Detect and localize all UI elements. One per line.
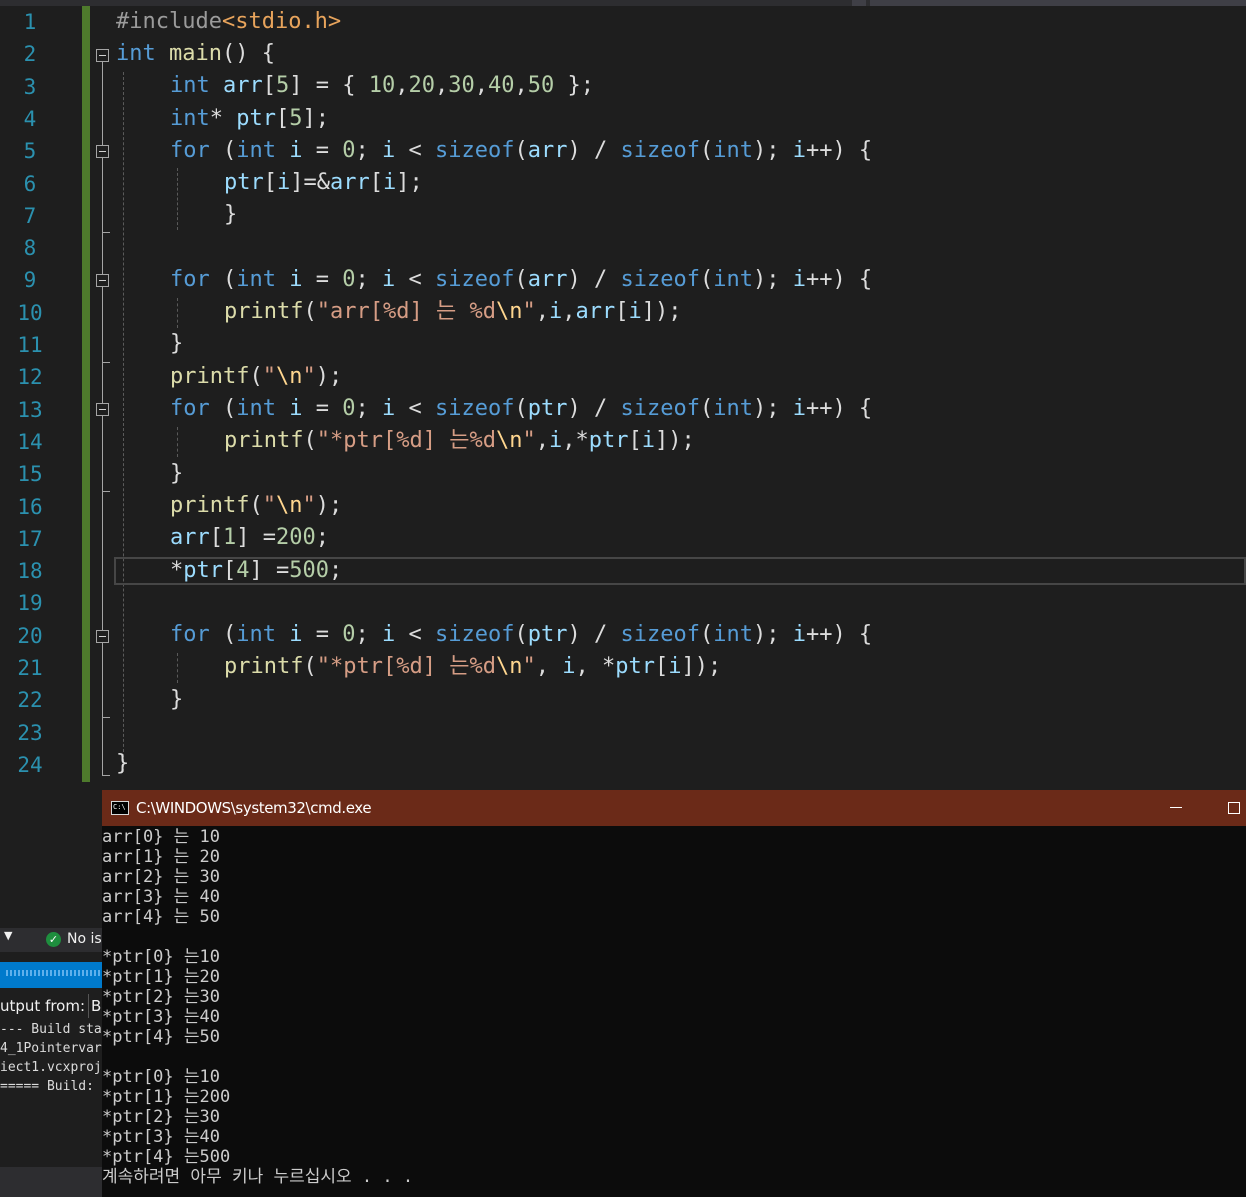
line-number: 15 <box>17 462 43 487</box>
line-number: 5 <box>23 139 37 164</box>
code-line-24[interactable]: } <box>116 748 129 780</box>
output-tab-bar[interactable] <box>0 962 104 988</box>
code-line-20[interactable]: for (int i = 0; i < sizeof(ptr) / sizeof… <box>170 619 872 651</box>
code-line-1[interactable]: #include<stdio.h> <box>116 6 341 38</box>
code-line-22[interactable]: } <box>170 684 183 716</box>
console-title-bar[interactable]: C:\ C:\WINDOWS\system32\cmd.exe <box>102 790 1246 826</box>
line-number: 1 <box>23 10 37 34</box>
console-line: arr[1} 는 20 <box>102 847 220 867</box>
console-line: *ptr[2} 는30 <box>102 987 220 1007</box>
fold-toggle-icon[interactable] <box>96 145 109 158</box>
console-line: arr[2} 는 30 <box>102 867 220 887</box>
fold-toggle-icon[interactable] <box>96 274 109 287</box>
minimize-button[interactable] <box>1166 790 1186 826</box>
code-line-11[interactable]: } <box>170 328 183 360</box>
console-line: *ptr[1} 는20 <box>102 967 220 987</box>
line-number: 4 <box>23 106 37 131</box>
console-line: *ptr[4} 는500 <box>102 1147 231 1167</box>
line-number: 18 <box>17 559 43 584</box>
code-line-15[interactable]: } <box>170 458 183 490</box>
console-title: C:\WINDOWS\system32\cmd.exe <box>136 799 372 817</box>
line-number: 9 <box>23 268 37 293</box>
indent-guide <box>177 653 178 683</box>
change-tracking-bar <box>82 6 90 782</box>
console-line: arr[3} 는 40 <box>102 887 220 907</box>
code-line-5[interactable]: for (int i = 0; i < sizeof(arr) / sizeof… <box>170 135 872 167</box>
line-number: 16 <box>17 494 43 519</box>
output-toolbar: ▼ ✓ No is <box>0 928 104 952</box>
output-panel: ▼ ✓ No is utput from: B --- Build sta 4_… <box>0 790 104 1197</box>
line-number: 17 <box>17 526 43 551</box>
fold-outline <box>102 62 103 775</box>
line-number: 11 <box>17 333 43 357</box>
line-number: 24 <box>17 752 43 777</box>
code-line-10[interactable]: printf("arr[%d] 는 %d\n",i,arr[i]); <box>224 296 681 328</box>
console-line: *ptr[1} 는200 <box>102 1087 231 1107</box>
code-line-12[interactable]: printf("\n"); <box>170 361 342 393</box>
code-line-4[interactable]: int* ptr[5]; <box>170 103 329 135</box>
maximize-button[interactable] <box>1226 790 1246 826</box>
fold-end-marker <box>102 362 110 363</box>
console-line: *ptr[3} 는40 <box>102 1127 220 1147</box>
line-number: 13 <box>17 397 43 422</box>
console-line: *ptr[2} 는30 <box>102 1107 220 1127</box>
indent-guide <box>177 298 178 328</box>
output-line: 4_1Pointervar <box>0 1041 102 1056</box>
output-line: --- Build sta <box>0 1022 102 1037</box>
console-line: arr[0} 는 10 <box>102 827 220 847</box>
indent-guide <box>123 72 124 772</box>
indent-guide <box>177 427 178 457</box>
line-number: 8 <box>23 236 37 261</box>
console-line: *ptr[3} 는40 <box>102 1007 220 1027</box>
line-number: 19 <box>17 591 43 616</box>
output-line: ===== Build: <box>0 1079 94 1094</box>
code-line-21[interactable]: printf("*ptr[%d] 는%d\n", i, *ptr[i]); <box>224 651 721 683</box>
code-line-6[interactable]: ptr[i]=&arr[i]; <box>224 167 423 199</box>
console-window[interactable]: C:\ C:\WINDOWS\system32\cmd.exe arr[0} 는… <box>102 790 1246 1197</box>
line-number: 21 <box>17 656 43 680</box>
console-line: *ptr[0} 는10 <box>102 1067 220 1087</box>
indent-guide <box>177 168 178 230</box>
output-line: iect1.vcxproj <box>0 1060 102 1075</box>
code-line-13[interactable]: for (int i = 0; i < sizeof(ptr) / sizeof… <box>170 393 872 425</box>
line-number: 10 <box>17 300 43 325</box>
console-line: *ptr[4} 는50 <box>102 1027 220 1047</box>
fold-end-marker <box>102 232 110 233</box>
line-number: 14 <box>17 429 43 454</box>
line-number: 12 <box>17 365 43 390</box>
console-line: arr[4} 는 50 <box>102 907 220 927</box>
panel-tab-strip <box>0 1167 104 1197</box>
code-line-14[interactable]: printf("*ptr[%d] 는%d\n",i,*ptr[i]); <box>224 425 695 457</box>
line-number: 7 <box>23 203 37 228</box>
code-line-2[interactable]: int main() { <box>116 38 275 70</box>
code-line-18[interactable]: *ptr[4] =500; <box>170 555 342 587</box>
cmd-icon: C:\ <box>111 801 129 815</box>
line-number: 22 <box>17 688 43 713</box>
fold-toggle-icon[interactable] <box>96 630 109 643</box>
chevron-down-icon[interactable]: ▼ <box>4 929 12 942</box>
line-number: 23 <box>17 720 43 745</box>
fold-end-marker <box>102 491 110 492</box>
code-line-16[interactable]: printf("\n"); <box>170 490 342 522</box>
line-number: 20 <box>17 623 43 648</box>
console-line: *ptr[0} 는10 <box>102 947 220 967</box>
line-number: 2 <box>23 42 37 67</box>
code-editor[interactable]: 1 2 3 4 5 6 7 8 9 10 11 12 13 14 15 16 17 18 19 20 21 22 23 24 … <box>0 0 1246 790</box>
output-source-selector[interactable]: utput from: B <box>0 994 104 1018</box>
fold-toggle-icon[interactable] <box>96 49 109 62</box>
fold-end-marker <box>102 717 110 718</box>
fold-toggle-icon[interactable] <box>96 403 109 416</box>
code-line-9[interactable]: for (int i = 0; i < sizeof(arr) / sizeof… <box>170 264 872 296</box>
line-number: 3 <box>23 74 37 99</box>
fold-end-marker <box>102 775 110 776</box>
check-circle-icon: ✓ <box>46 932 61 947</box>
code-line-7[interactable]: } <box>224 199 237 231</box>
code-line-17[interactable]: arr[1] =200; <box>170 522 329 554</box>
console-line: 계속하려면 아무 키나 누르십시오 . . . <box>102 1167 414 1187</box>
issues-status: No is <box>67 931 102 947</box>
line-number: 6 <box>23 171 37 196</box>
code-line-3[interactable]: int arr[5] = { 10,20,30,40,50 }; <box>170 70 594 102</box>
